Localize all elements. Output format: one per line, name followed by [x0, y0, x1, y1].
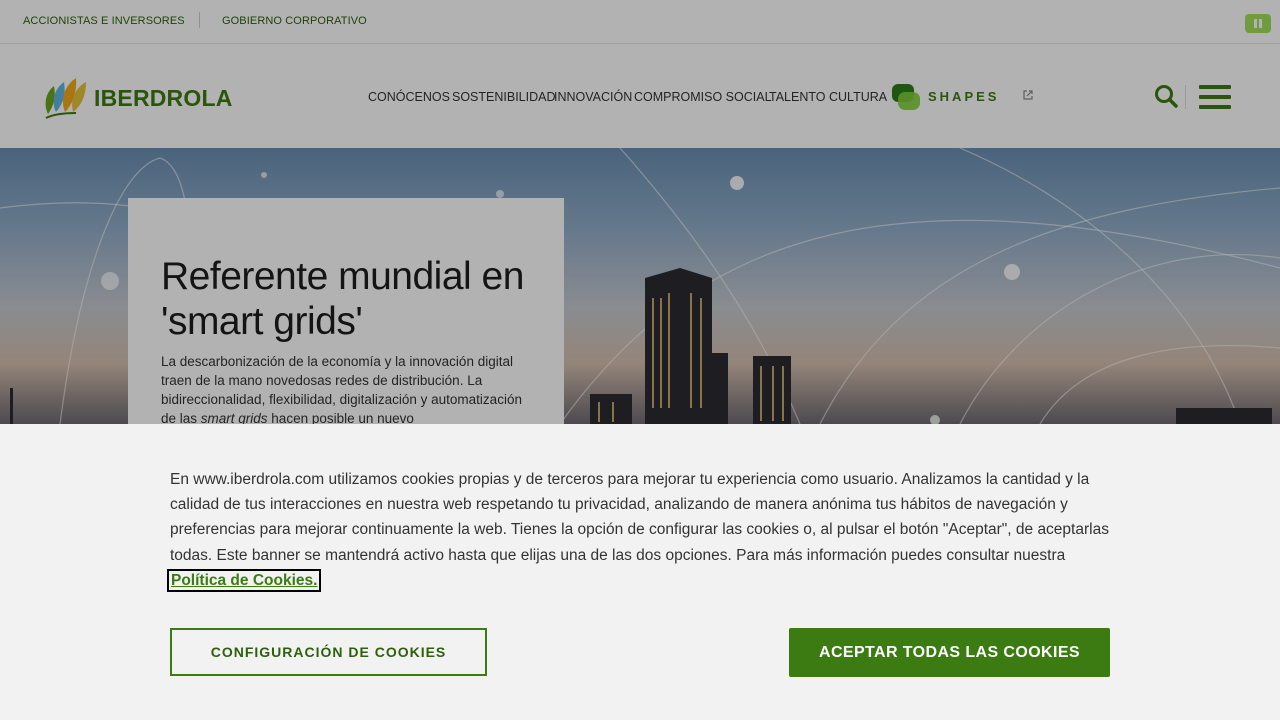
hero-banner: Referente mundial en 'smart grids' La de…	[0, 148, 1280, 424]
nav-item-compromiso-social[interactable]: COMPROMISO SOCIAL	[634, 90, 772, 104]
menu-icon[interactable]	[1199, 85, 1231, 109]
cookie-banner: En www.iberdrola.com utilizamos cookies …	[0, 424, 1280, 720]
hero-description: La descarbonización de la economía y la …	[161, 354, 522, 424]
cookie-message: En www.iberdrola.com utilizamos cookies …	[166, 471, 1109, 592]
main-header: IBERDROLA CONÓCENOS SOSTENIBILIDAD INNOV…	[0, 44, 1280, 148]
header-divider	[1185, 85, 1186, 109]
logo-wordmark: IBERDROLA	[94, 85, 233, 111]
hero-card: Referente mundial en 'smart grids' La de…	[128, 198, 564, 424]
logo-leaves-icon	[45, 78, 86, 119]
iberdrola-logo[interactable]: IBERDROLA	[42, 74, 232, 120]
utility-bar: ACCIONISTAS E INVERSORES GOBIERNO CORPOR…	[0, 0, 1280, 44]
investors-link[interactable]: ACCIONISTAS E INVERSORES	[23, 15, 185, 27]
shapes-label: SHAPES	[928, 89, 1000, 104]
cookie-settings-button[interactable]: CONFIGURACIÓN DE COOKIES	[170, 628, 487, 676]
nav-item-conocenos[interactable]: CONÓCENOS	[368, 90, 450, 104]
corporate-governance-link[interactable]: GOBIERNO CORPORATIVO	[222, 15, 367, 27]
nav-item-talento[interactable]: TALENTO	[769, 90, 826, 104]
nav-item-sostenibilidad[interactable]: SOSTENIBILIDAD	[452, 90, 556, 104]
divider	[199, 12, 200, 28]
nav-item-cultura[interactable]: CULTURA	[829, 90, 887, 104]
nav-item-innovacion[interactable]: INNOVACIÓN	[554, 90, 632, 104]
accept-all-cookies-button[interactable]: ACEPTAR TODAS LAS COOKIES	[789, 628, 1110, 677]
search-icon[interactable]	[1153, 83, 1179, 109]
hero-title: Referente mundial en 'smart grids'	[161, 255, 524, 343]
external-link-icon[interactable]	[1022, 89, 1034, 101]
shapes-logo-icon	[892, 84, 920, 110]
shapes-link[interactable]: SHAPES	[890, 82, 1030, 112]
cookie-policy-link[interactable]: Política de Cookies.	[166, 568, 322, 592]
pause-button[interactable]	[1245, 14, 1271, 33]
